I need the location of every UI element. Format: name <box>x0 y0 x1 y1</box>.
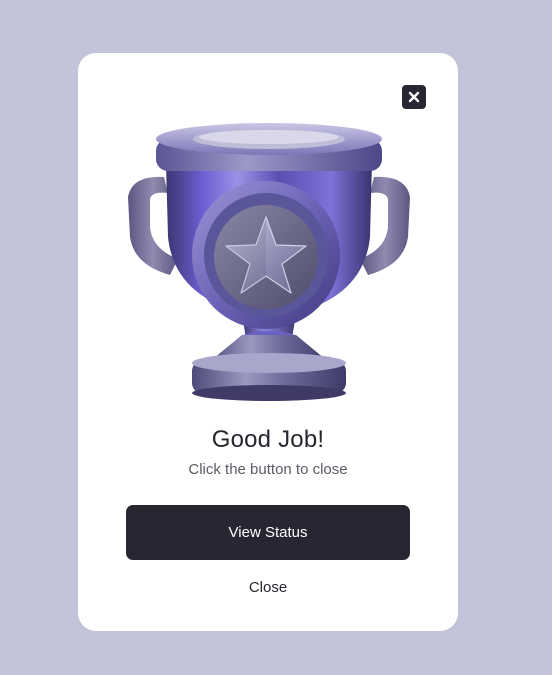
close-button[interactable] <box>402 85 426 109</box>
success-dialog: Good Job! Click the button to close View… <box>78 53 458 631</box>
view-status-button[interactable]: View Status <box>126 505 410 560</box>
trophy-illustration <box>124 117 414 407</box>
close-icon <box>408 91 420 103</box>
dialog-title: Good Job! <box>211 426 325 453</box>
dialog-subtitle: Click the button to close <box>188 461 348 478</box>
trophy-icon <box>128 123 410 401</box>
view-status-label: View Status <box>228 524 308 541</box>
close-link[interactable]: Close <box>78 577 458 599</box>
